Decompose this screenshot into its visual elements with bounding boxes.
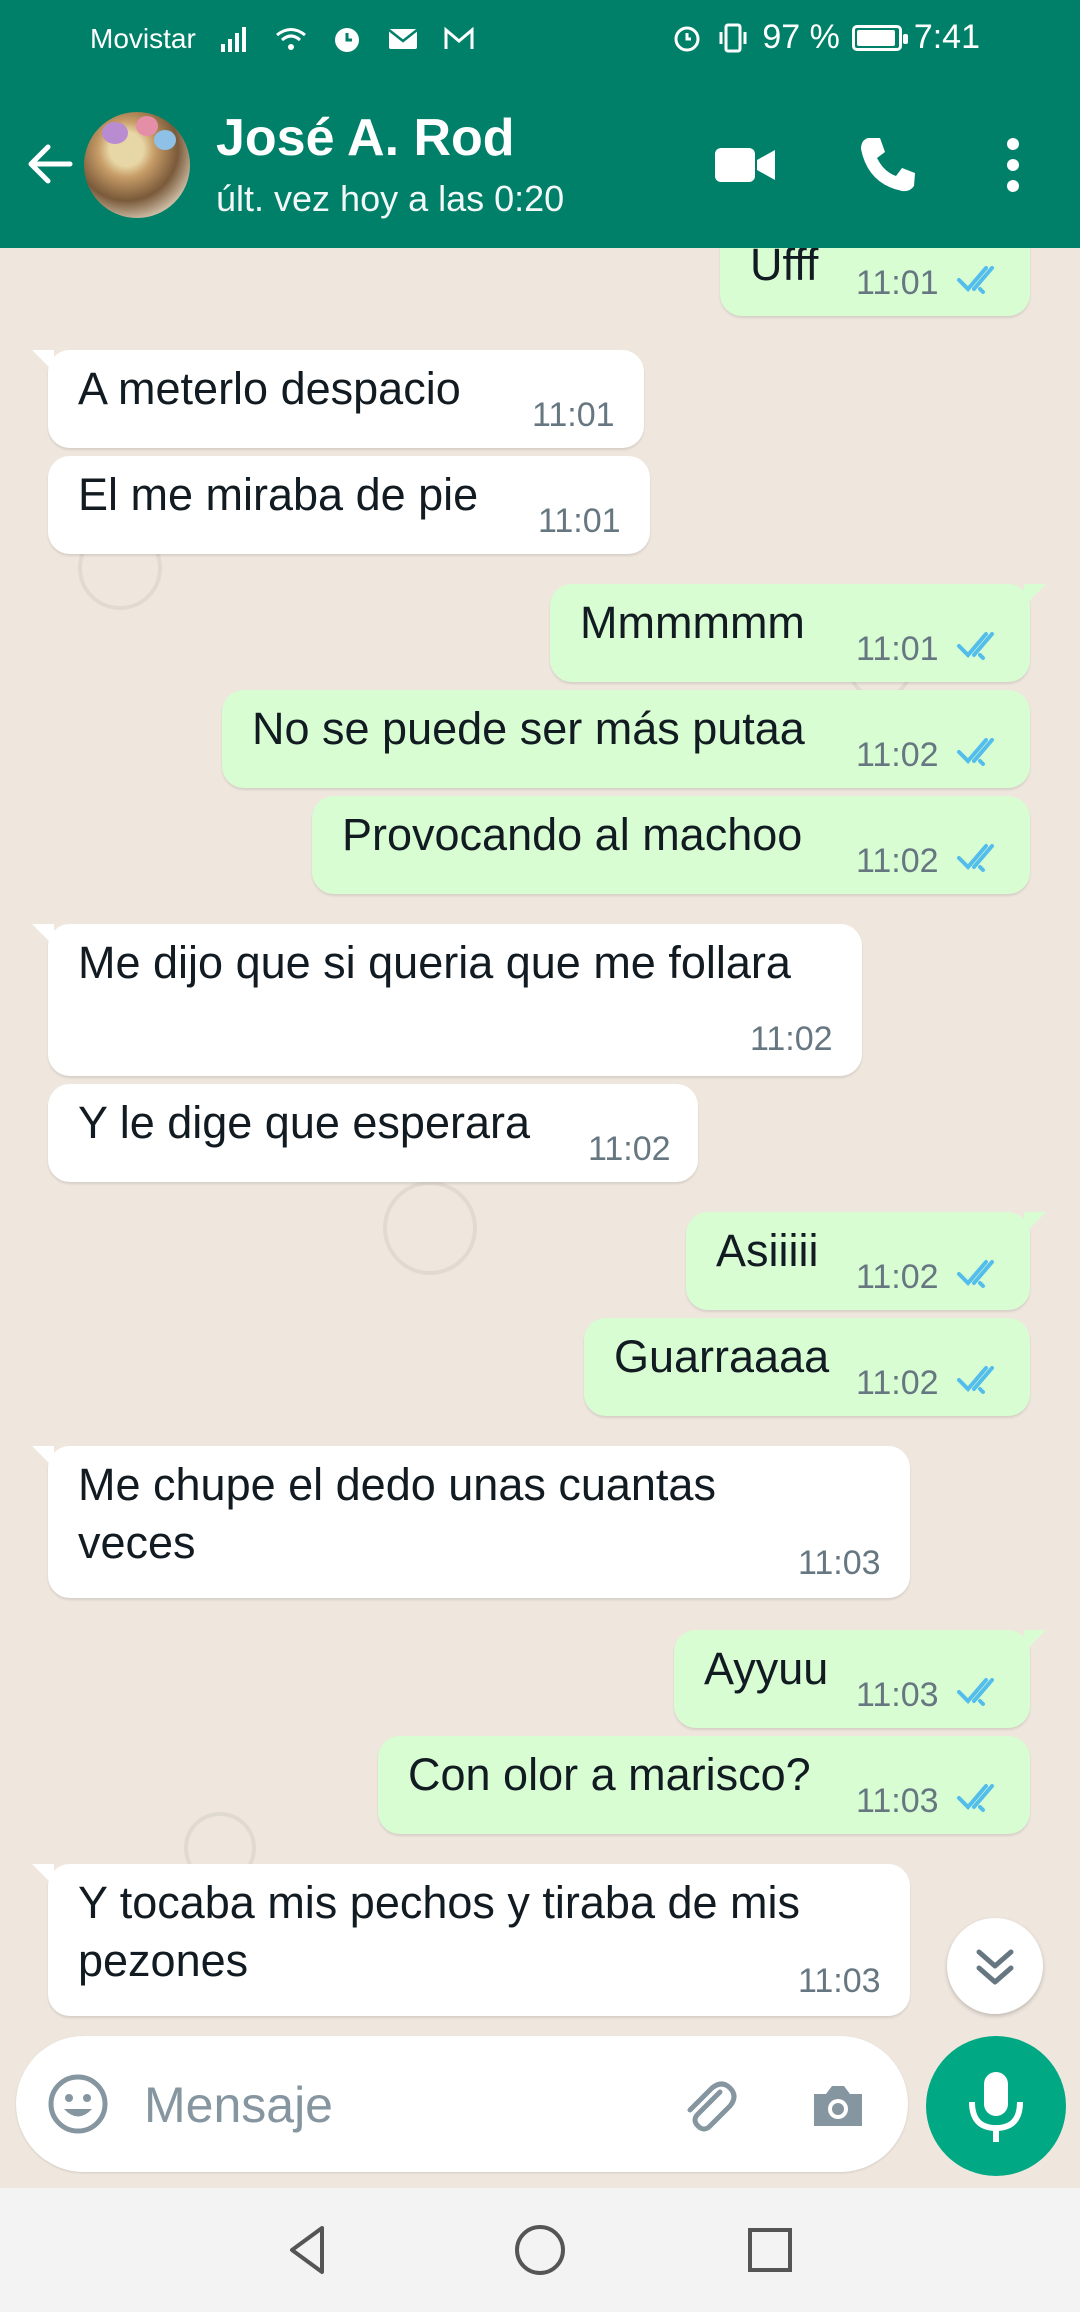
chat-area[interactable]: Ufff 11:01 A meterlo despacio 11:01 El m… <box>0 248 1080 2024</box>
alarm-clock-icon <box>674 26 700 51</box>
message-time: 11:02 <box>856 842 939 880</box>
status-bar: Movistar 97 % 7:41 <box>0 0 1080 82</box>
avatar[interactable] <box>84 112 190 218</box>
wifi-icon <box>275 28 306 50</box>
message-bubble-outgoing[interactable]: Provocando al machoo 11:02 <box>312 796 1030 894</box>
message-time: 11:02 <box>856 736 939 774</box>
mic-icon <box>969 2072 1023 2142</box>
message-text: Con olor a marisco? <box>408 1749 811 1800</box>
nav-home-icon[interactable] <box>508 2218 572 2282</box>
message-bubble-outgoing[interactable]: Ufff 11:01 <box>720 248 1030 316</box>
message-bubble-outgoing[interactable]: Guarraaaa 11:02 <box>584 1318 1030 1416</box>
double-check-read-icon <box>957 1678 994 1706</box>
message-text: Y le dige que esperara <box>78 1097 530 1148</box>
scroll-to-bottom-button[interactable] <box>947 1918 1043 2014</box>
message-time: 11:01 <box>856 630 939 668</box>
clock: 7:41 <box>913 18 980 56</box>
vibrate-icon <box>719 23 747 52</box>
battery-icon <box>851 24 908 51</box>
chat-header: José A. Rod últ. vez hoy a las 0:20 <box>0 82 1080 248</box>
message-text: Ufff <box>750 248 819 290</box>
message-bubble-incoming[interactable]: Me chupe el dedo unas cuantas veces 11:0… <box>32 1446 910 1598</box>
video-call-icon[interactable] <box>710 130 780 200</box>
last-seen: últ. vez hoy a las 0:20 <box>216 178 565 219</box>
message-time: 11:03 <box>798 1544 881 1582</box>
double-check-read-icon <box>957 632 994 660</box>
double-check-read-icon <box>957 844 994 872</box>
message-bubble-incoming[interactable]: El me miraba de pie 11:01 <box>48 456 650 554</box>
system-navigation-bar <box>0 2188 1080 2312</box>
message-time: 11:03 <box>856 1676 939 1714</box>
message-input[interactable]: Mensaje <box>144 2076 333 2134</box>
message-bubble-incoming[interactable]: A meterlo despacio 11:01 <box>32 350 644 448</box>
message-time: 11:02 <box>856 1364 939 1402</box>
message-time: 11:03 <box>856 1782 939 1820</box>
double-check-read-icon <box>957 266 994 294</box>
voice-message-button[interactable] <box>926 2036 1066 2176</box>
message-bubble-outgoing[interactable]: Mmmmmm 11:01 <box>550 584 1046 682</box>
double-chevron-down-icon <box>976 1949 1014 1985</box>
message-time: 11:01 <box>532 396 615 434</box>
message-bubble-outgoing[interactable]: Con olor a marisco? 11:03 <box>378 1736 1030 1834</box>
message-text: Mmmmmm <box>580 597 805 648</box>
message-time: 11:01 <box>538 502 621 540</box>
message-time: 11:03 <box>798 1962 881 2000</box>
nav-recents-icon[interactable] <box>738 2218 802 2282</box>
message-bubble-incoming[interactable]: Me dijo que si queria que me follara 11:… <box>32 924 862 1076</box>
message-text: No se puede ser más putaa <box>252 703 805 754</box>
double-check-read-icon <box>957 738 994 766</box>
message-bubble-incoming[interactable]: Y tocaba mis pechos y tiraba de mis pezo… <box>32 1864 910 2016</box>
attach-icon[interactable] <box>676 2074 740 2138</box>
signal-icon <box>220 27 246 52</box>
message-text: Y tocaba mis pechos y tiraba de mis pezo… <box>78 1877 801 1986</box>
message-time: 11:02 <box>588 1130 671 1168</box>
gmail-icon <box>444 26 474 49</box>
double-check-read-icon <box>957 1260 994 1288</box>
message-text: Ayyuu <box>704 1643 829 1694</box>
emoji-icon[interactable] <box>46 2072 110 2136</box>
message-composer[interactable]: Mensaje <box>16 2036 908 2172</box>
message-text: El me miraba de pie <box>78 469 479 520</box>
message-text: Me dijo que si queria que me follara <box>78 937 791 988</box>
battery-percent: 97 % <box>762 18 840 56</box>
message-bubble-outgoing[interactable]: Ayyuu 11:03 <box>674 1630 1046 1728</box>
double-check-read-icon <box>957 1784 994 1812</box>
carrier-label: Movistar <box>90 23 196 54</box>
camera-icon[interactable] <box>806 2074 870 2138</box>
alarm-status-icon <box>334 28 359 52</box>
phone-icon[interactable] <box>852 130 922 200</box>
message-text: A meterlo despacio <box>78 363 461 414</box>
message-bubble-outgoing[interactable]: Asiiiii 11:02 <box>686 1212 1046 1310</box>
message-text: Asiiiii <box>716 1225 819 1276</box>
more-options-icon[interactable] <box>978 130 1048 200</box>
back-arrow-icon[interactable] <box>20 134 80 194</box>
mail-icon <box>388 29 418 49</box>
nav-back-icon[interactable] <box>276 2218 340 2282</box>
message-time: 11:02 <box>856 1258 939 1296</box>
message-bubble-incoming[interactable]: Y le dige que esperara 11:02 <box>48 1084 698 1182</box>
message-time: 11:01 <box>856 264 939 302</box>
double-check-read-icon <box>957 1366 994 1394</box>
top-bar: Movistar 97 % 7:41 José A. Rod últ. vez … <box>0 0 1080 248</box>
message-text: Provocando al machoo <box>342 809 803 860</box>
message-time: 11:02 <box>750 1020 833 1058</box>
message-text: Guarraaaa <box>614 1331 830 1382</box>
contact-name[interactable]: José A. Rod <box>216 108 515 168</box>
message-text: Me chupe el dedo unas cuantas veces <box>78 1459 716 1568</box>
message-bubble-outgoing[interactable]: No se puede ser más putaa 11:02 <box>222 690 1030 788</box>
